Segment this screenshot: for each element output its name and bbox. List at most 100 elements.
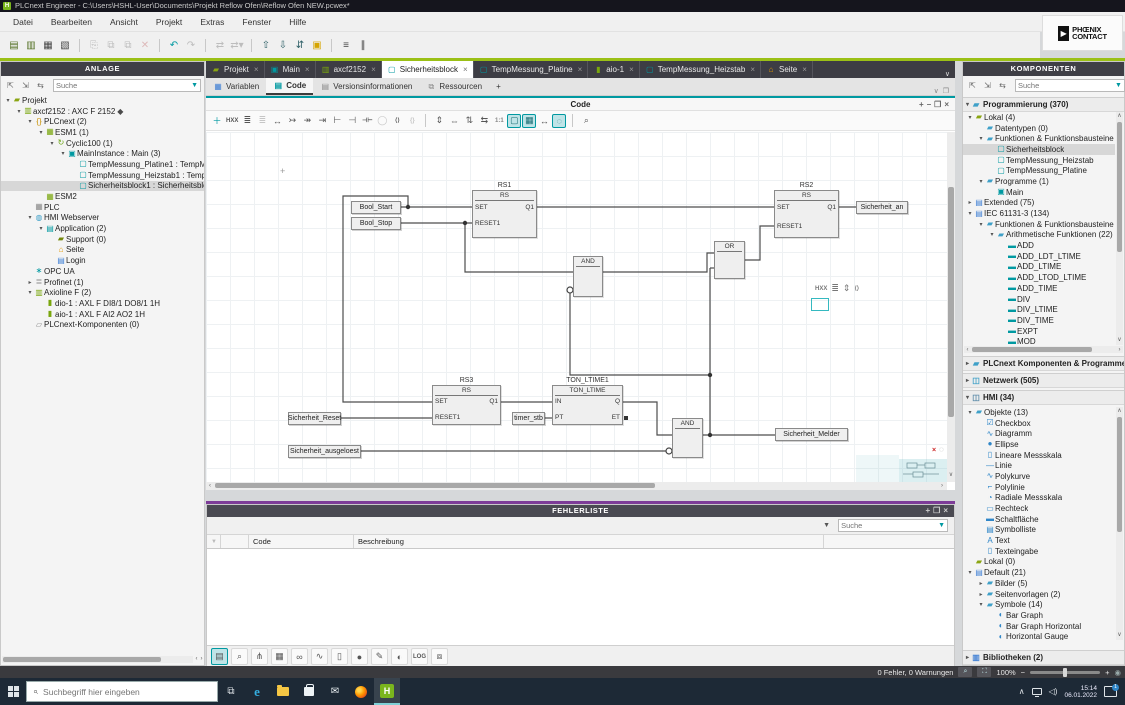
editor-subtab[interactable]: ▤ Versionsinformationen [313,78,419,95]
zoom-in-icon[interactable]: + [1105,668,1109,677]
tree-item[interactable]: ◐ Horizontal Gauge [963,631,1115,640]
document-tab[interactable]: ▮ aio-1 [588,61,639,78]
sync-selection-icon[interactable]: ⇆ [34,79,47,92]
tree-item[interactable]: ▾ ▤ Default (21) [963,567,1115,578]
connect-options-icon[interactable]: ⇄▾ [229,37,245,53]
zoom-tool-icon[interactable]: ⌕ [231,648,248,665]
menu-item[interactable]: Extras [191,12,233,32]
expand-vertical-icon[interactable]: ⇕ [432,114,446,128]
grid-snap-icon[interactable]: ▦ [522,114,536,128]
prog-hscrollbar[interactable] [964,346,1123,353]
tree-item[interactable]: ▾ ▰ Lokal (4) [963,112,1115,123]
section-hmi[interactable]: ◫ HMI (34) [963,390,1124,405]
subtab-overflow-icon[interactable] [930,87,943,95]
column-header-beschreibung[interactable]: Beschreibung [354,535,824,548]
start-button[interactable] [0,678,26,705]
zoom-icon[interactable]: ⌕ [579,114,593,128]
delete-icon[interactable]: ✕ [137,37,153,53]
tree-item[interactable]: ▾ ▦ ESM1 (1) [1,127,204,138]
tree-item[interactable]: ▸ ≣ Profinet (1) [1,277,204,288]
tree-item[interactable]: ▰ Lokal (0) [963,557,1115,568]
expander-icon[interactable]: ▾ [48,140,56,147]
tree-item[interactable]: ▭ Rechteck [963,503,1115,514]
firefox-icon[interactable] [348,678,374,705]
hex-display-icon[interactable]: HXX [225,114,239,128]
write-to-controller-icon[interactable]: ⇧ [258,37,274,53]
save-project-icon[interactable]: ▦ [40,37,56,53]
copy-icon[interactable]: ⧉ [103,37,119,53]
menu-item[interactable]: Bearbeiten [42,12,101,32]
filter-icon[interactable]: ▼ [191,82,198,89]
share-tool-icon[interactable]: ⋔ [251,648,268,665]
anlage-search-input[interactable] [56,81,191,90]
tree-item[interactable]: ▬ ADD_LDT_LTIME [963,251,1115,262]
expander-icon[interactable]: ▾ [966,569,974,576]
tree-item[interactable]: ▸ ▰ Seitenvorlagen (2) [963,589,1115,600]
document-tab[interactable]: ▣ Main [265,61,316,78]
edit-list-icon[interactable]: ≣ [240,114,254,128]
expand-vertical-icon[interactable]: ⇕ [843,283,851,294]
section-programmierung[interactable]: ▰ Programmierung (370) [963,97,1124,112]
mail-icon[interactable]: ✉ [322,678,348,705]
hidden-icons-chevron[interactable]: ∧ [1019,687,1025,696]
tree-item[interactable]: ▾ {} PLCnext (2) [1,116,204,127]
select-tool-icon[interactable]: ▤ [211,648,228,665]
editor-subtab[interactable]: ▤ Code [266,78,313,95]
expander-icon[interactable]: ▾ [966,409,974,416]
editor-subtab[interactable]: ▦ Variablen [206,78,266,95]
tree-item[interactable]: ▦ ESM2 [1,191,204,202]
editor-subtab[interactable]: ⧉ Ressourcen [419,78,489,95]
komponenten-search-input[interactable] [1018,81,1115,90]
panel-tool-icon[interactable]: ▯ [331,648,348,665]
toggle-tool-icon[interactable]: ◐ [391,648,408,665]
edit-list-icon[interactable]: ≣ [831,283,839,294]
zoom-out-icon[interactable]: − [1021,668,1025,677]
tree-item[interactable]: ▾ ▥ axcf2152 : AXC F 2152 ◆ [1,106,204,117]
anlage-hscrollbar[interactable] [2,656,193,663]
tree-item[interactable]: ▬ DIV_TIME [963,315,1115,326]
tree-item[interactable]: ▸ ▰ Bilder (5) [963,578,1115,589]
expander-icon[interactable]: ▾ [988,231,996,238]
close-icon[interactable] [578,65,583,74]
menu-item[interactable]: Fenster [233,12,280,32]
tree-item[interactable]: ― Linie [963,460,1115,471]
zoom-select-icon[interactable]: ⌕ [958,667,972,677]
tree-item[interactable]: ▢ TempMessung_Platine1 : TempMessung_Pla… [1,159,204,170]
tree-item[interactable]: ▢ TempMessung_Heizstab1 : TempMessung_He… [1,170,204,181]
tree-item[interactable]: ◔ Radiale Messskala [963,493,1115,504]
editor-subtab[interactable]: + [489,78,508,95]
fb-block-ton-ltime1[interactable]: TON_LTIME1 TON_LTIME IN PT Q ET [552,385,623,425]
tree-item[interactable]: ▬ DIV [963,294,1115,305]
undo-icon[interactable]: ↶ [166,37,182,53]
tree-item[interactable]: ▣ Main [963,187,1115,198]
connect-icon[interactable]: ⇄ [212,37,228,53]
coil-icon[interactable]: ◯ [375,114,389,128]
insert-mode-icon[interactable]: ＋ [210,114,224,128]
link-tool-icon[interactable]: ∞ [291,648,308,665]
expander-icon[interactable]: ▾ [37,225,45,232]
edit-list-disabled-icon[interactable]: ≣ [255,114,269,128]
tree-item[interactable]: ▢ TempMessung_Platine [963,165,1115,176]
document-tab[interactable]: ▰ Projekt [206,61,265,78]
task-view-button[interactable]: ⧉ [218,678,244,705]
store-icon[interactable] [296,678,322,705]
plcnext-engineer-taskbar-icon[interactable]: H [374,678,400,705]
tree-item[interactable]: ▾ ▰ Funktionen & Funktionsbausteine (3) [963,133,1115,144]
menu-item[interactable]: Datei [4,12,42,32]
tree-item[interactable]: ▬ Schaltfläche [963,514,1115,525]
chart-tool-icon[interactable]: ∿ [311,648,328,665]
document-tab[interactable]: ▢ TempMessung_Heizstab [640,61,761,78]
tree-item[interactable]: ☑ Checkbox [963,418,1115,429]
tree-item[interactable]: ▬ ADD_LTIME [963,262,1115,273]
var-box[interactable]: Sicherheit_an [856,201,908,214]
tree-item[interactable]: ▬ DIV_LTIME [963,304,1115,315]
section-plcnext-komponenten[interactable]: ▰ PLCnext Komponenten & Programme (2) [963,356,1124,371]
filter-icon[interactable]: ▼ [1115,82,1122,89]
contact-negated-icon[interactable]: ⊣ [345,114,359,128]
fb-block-rs2[interactable]: RS2 RS SET RESET1 Q1 [774,190,839,238]
duplicate-icon[interactable]: ⧉ [120,37,136,53]
expand-all-icon[interactable]: ⇱ [4,79,17,92]
redo-icon[interactable]: ↷ [183,37,199,53]
expander-icon[interactable]: ▾ [15,108,23,115]
filter-icon[interactable]: ▼ [938,522,945,529]
